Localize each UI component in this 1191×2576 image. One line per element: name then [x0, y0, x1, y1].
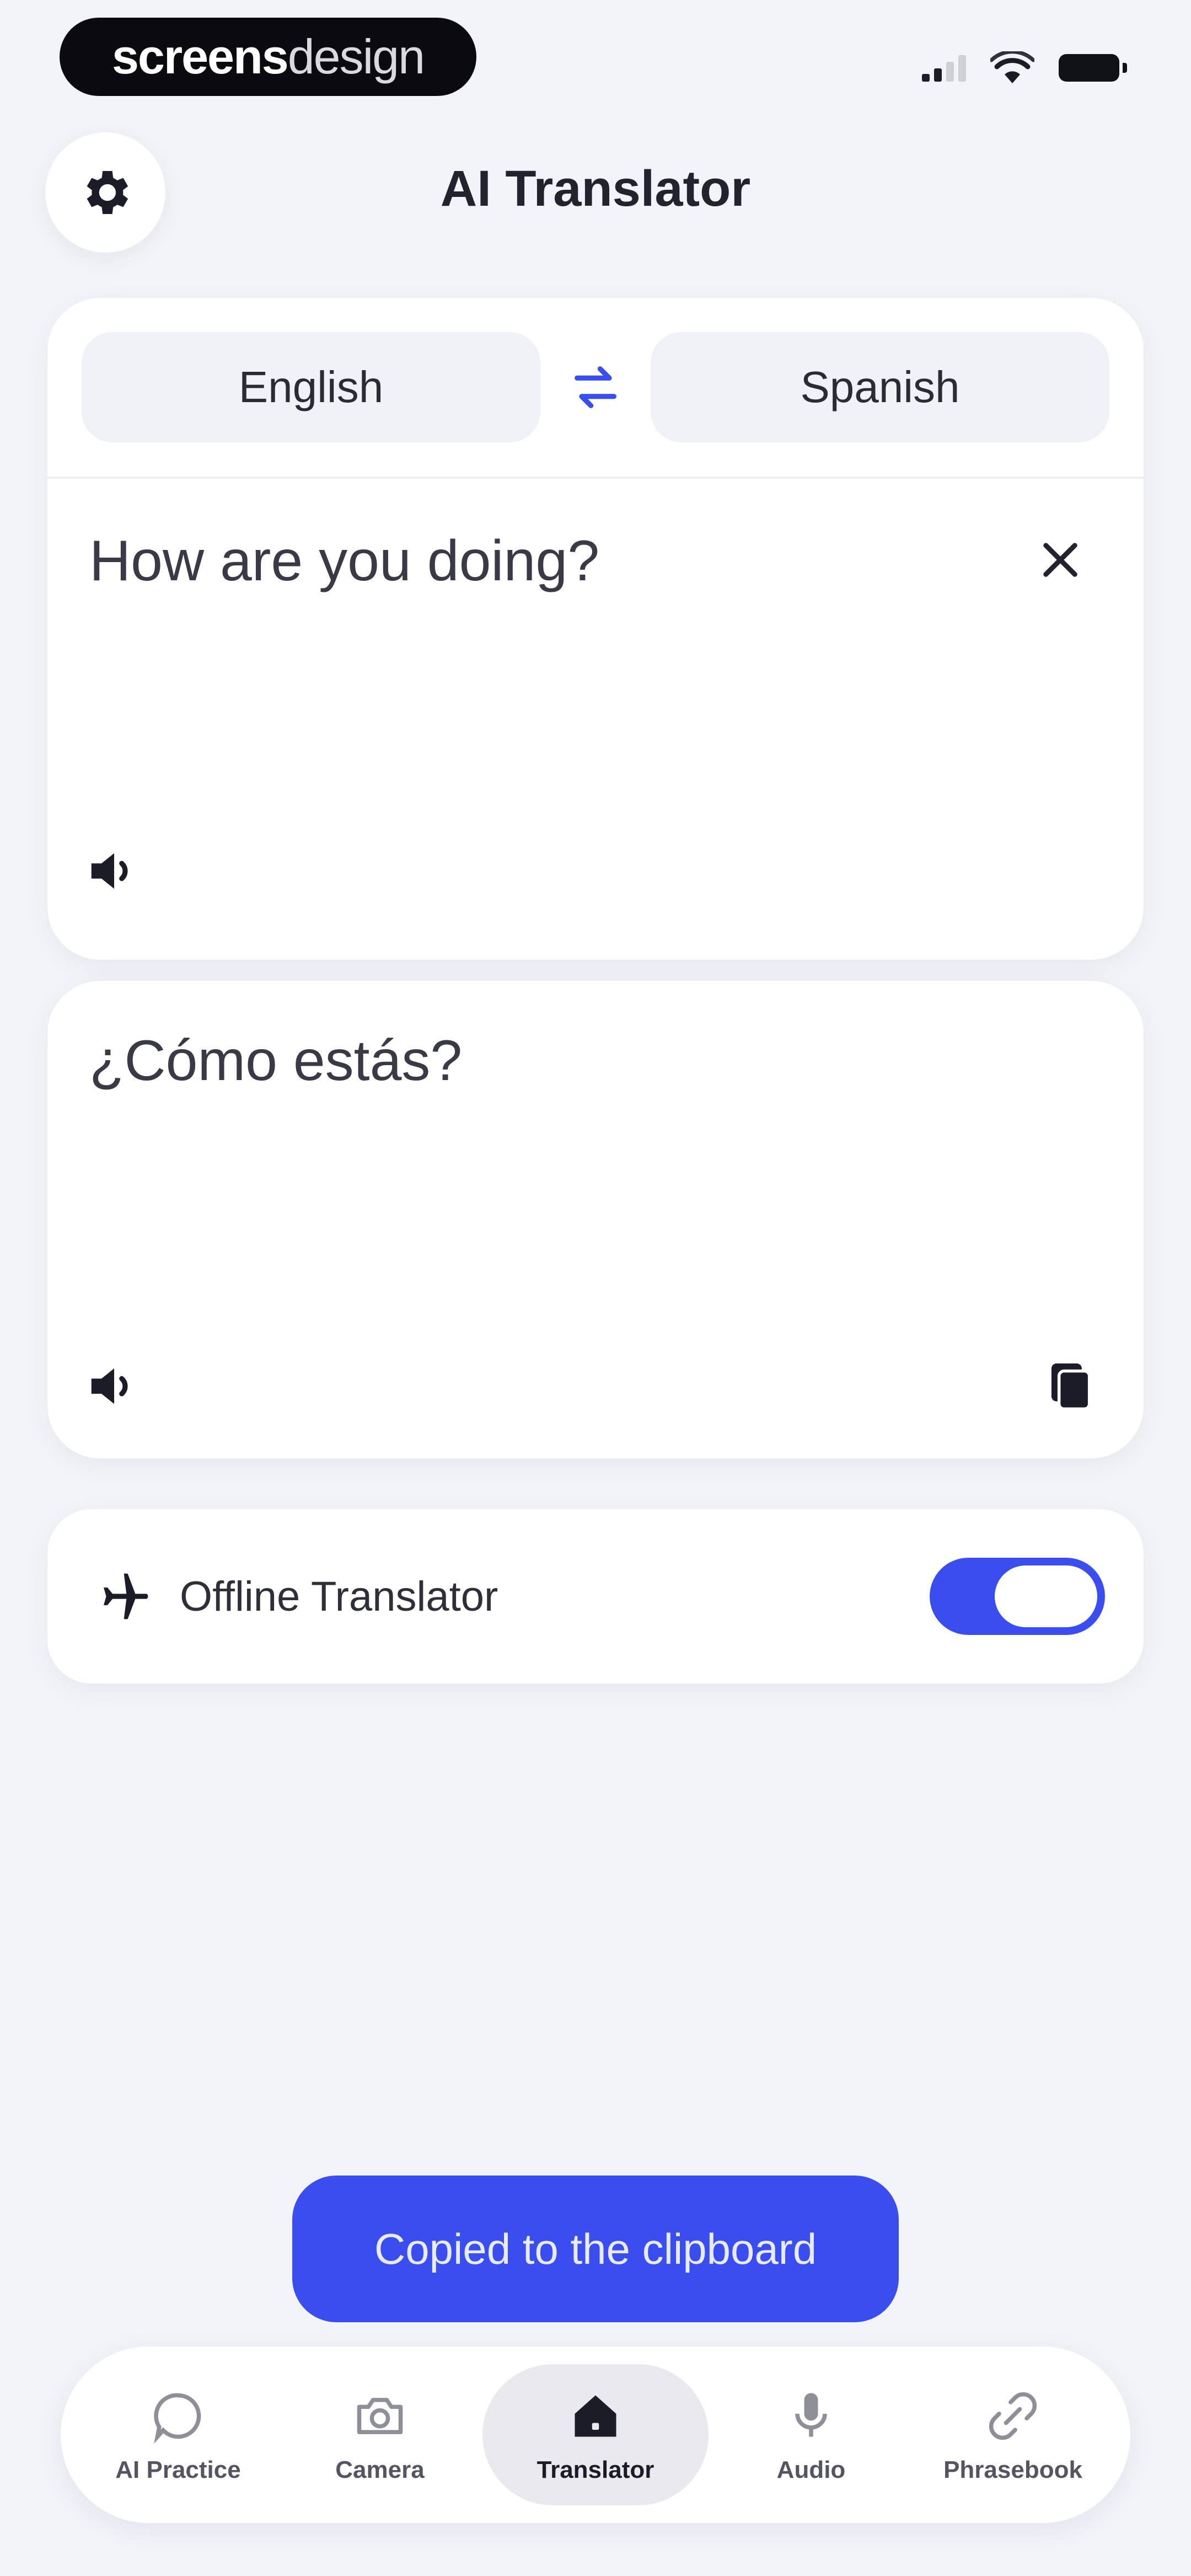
offline-translator-label: Offline Translator [180, 1573, 498, 1620]
brand-text-bold: screens [111, 29, 289, 84]
nav-label: Camera [335, 2456, 425, 2483]
brand-watermark: screens design [60, 18, 476, 96]
phrasebook-icon [983, 2386, 1043, 2446]
source-text-input[interactable]: How are you doing? [89, 528, 599, 594]
swap-languages-button[interactable] [560, 351, 631, 423]
nav-item-phrasebook[interactable]: Phrasebook [914, 2364, 1112, 2505]
target-language-button[interactable]: Spanish [651, 332, 1109, 442]
clipboard-toast: Copied to the clipboard [292, 2176, 899, 2322]
nav-label: Audio [776, 2456, 846, 2483]
cellular-signal-icon [922, 54, 966, 82]
status-icons [922, 49, 1127, 87]
bottom-navigation: AI Practice Camera Translator Audio Phra… [61, 2347, 1130, 2523]
airplane-icon [89, 1560, 161, 1632]
nav-item-audio[interactable]: Audio [712, 2364, 910, 2505]
nav-item-ai-practice[interactable]: AI Practice [79, 2364, 277, 2505]
nav-item-camera[interactable]: Camera [281, 2364, 479, 2505]
swap-icon [575, 366, 616, 408]
source-language-button[interactable]: English [82, 332, 540, 442]
nav-label: Translator [537, 2456, 654, 2483]
clear-text-button[interactable] [1024, 524, 1096, 596]
language-selector-row: English Spanish [82, 332, 1109, 442]
brand-text-light: design [287, 29, 425, 84]
page-title: AI Translator [440, 161, 751, 217]
copy-translation-button[interactable] [1033, 1350, 1105, 1422]
chat-bubble-icon [148, 2386, 208, 2446]
speaker-icon [91, 1368, 128, 1404]
speak-translation-button[interactable] [78, 1350, 150, 1422]
divider [47, 477, 1144, 479]
nav-label: AI Practice [115, 2456, 241, 2483]
close-icon [1043, 543, 1077, 577]
nav-label: Phrasebook [943, 2456, 1082, 2483]
speak-source-button[interactable] [78, 835, 150, 907]
offline-translator-card: Offline Translator [47, 1509, 1144, 1684]
translated-text: ¿Cómo estás? [89, 1029, 463, 1093]
battery-icon [1059, 54, 1127, 82]
copy-icon [1051, 1363, 1091, 1410]
speaker-icon [91, 853, 128, 889]
translation-result-card: ¿Cómo estás? [47, 981, 1144, 1458]
microphone-icon [781, 2386, 841, 2446]
wifi-icon [990, 51, 1034, 83]
toggle-knob [995, 1565, 1097, 1627]
nav-item-translator[interactable]: Translator [482, 2364, 709, 2505]
app-screen: screens design AI Translator English Spa… [0, 0, 1191, 2576]
camera-icon [350, 2386, 410, 2446]
translation-input-card: English Spanish How are you doing? [47, 298, 1144, 960]
home-icon [565, 2386, 626, 2446]
offline-translator-toggle[interactable] [930, 1558, 1105, 1635]
